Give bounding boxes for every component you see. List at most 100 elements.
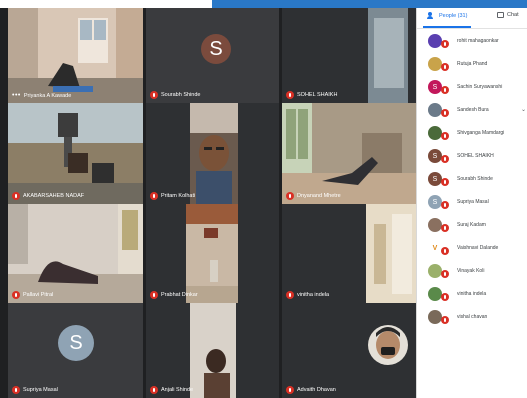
participant-row[interactable]: Sandesh Bura ⌄ <box>417 99 527 122</box>
video-feed <box>282 303 416 398</box>
participant-row[interactable]: Suraj Kadam <box>417 214 527 237</box>
mic-off-icon <box>12 192 20 200</box>
participant-name: Vinayak Koli <box>457 268 485 274</box>
participant-name: vinitha indela <box>297 292 330 298</box>
participant-row[interactable]: Shivganga Mamdargi <box>417 122 527 145</box>
tile-label: SOHEL SHAIKH <box>286 91 337 99</box>
video-feed <box>8 204 143 303</box>
participant-name: Vaishnavi Dalande <box>457 245 499 251</box>
tab-people[interactable]: People (31) <box>427 12 467 19</box>
video-feed <box>282 204 416 303</box>
avatar <box>428 287 442 301</box>
video-feed <box>282 8 416 103</box>
participant-name: vinitha indela <box>457 291 487 297</box>
participant-name: SOHEL SHAIKH <box>297 92 338 98</box>
avatar <box>428 126 442 140</box>
participant-row[interactable]: S Sourabh Shinde <box>417 168 527 191</box>
participant-row[interactable]: Rutuja Phand <box>417 53 527 76</box>
avatar: S <box>58 325 94 361</box>
participant-name: Sachin Suryawanshi <box>457 84 503 90</box>
mic-off-icon <box>150 386 158 394</box>
tile-label: Supriya Masal <box>12 386 58 394</box>
mic-off-icon <box>150 291 158 299</box>
tile-label: Pritam Kolhati <box>150 192 195 200</box>
top-strip <box>0 0 212 8</box>
video-tile-priyanka[interactable]: ••• Priyanka A Kawade <box>8 8 143 103</box>
avatar: S <box>428 80 442 94</box>
video-tile-sohel[interactable]: SOHEL SHAIKH <box>282 8 416 103</box>
participant-name: AKABARSAHEB NADAF <box>23 193 85 199</box>
participant-name: rohit mahagaonkar <box>457 38 499 44</box>
participant-row[interactable]: vinitha indela <box>417 283 527 306</box>
mic-off-icon <box>286 386 294 394</box>
participant-name: SOHEL SHAIKH <box>457 153 494 159</box>
video-tile-sourabh[interactable]: S Sourabh Shinde <box>146 8 279 103</box>
mic-off-icon <box>150 192 158 200</box>
video-tile-pritam[interactable]: Pritam Kolhati <box>146 103 279 204</box>
participant-name: Dnyanand Mhetre <box>297 193 341 199</box>
participant-name: Anjali Shinde <box>161 387 194 393</box>
participant-row[interactable]: S Sachin Suryawanshi <box>417 76 527 99</box>
avatar <box>428 264 442 278</box>
video-feed <box>8 8 143 103</box>
chat-icon <box>497 12 504 18</box>
avatar <box>428 103 442 117</box>
avatar <box>428 310 442 324</box>
mic-off-icon <box>441 224 449 232</box>
participant-row[interactable]: rohit mahagaonkar <box>417 30 527 53</box>
participant-row[interactable]: V Vaishnavi Dalande <box>417 237 527 260</box>
participant-name: vishal chavan <box>457 314 488 320</box>
more-options-icon[interactable]: ••• <box>12 92 21 99</box>
tab-chat[interactable]: Chat <box>497 12 519 18</box>
tile-label: Pallavi Pitral <box>12 291 53 299</box>
tile-label: Advaith Dhavan <box>286 386 336 394</box>
video-tile-advaith[interactable]: Advaith Dhavan <box>282 303 416 398</box>
participant-name: Sandesh Bura <box>457 107 489 113</box>
participant-name: Sourabh Shinde <box>457 176 493 182</box>
participant-row[interactable]: S SOHEL SHAIKH <box>417 145 527 168</box>
video-tile-vinitha[interactable]: vinitha indela <box>282 204 416 303</box>
avatar <box>428 218 442 232</box>
video-feed <box>146 103 279 204</box>
mic-off-icon <box>150 91 158 99</box>
video-feed <box>146 204 279 303</box>
mic-off-icon <box>441 201 449 209</box>
chevron-down-icon[interactable]: ⌄ <box>521 106 526 113</box>
tile-label: Dnyanand Mhetre <box>286 192 341 200</box>
mic-off-icon <box>286 91 294 99</box>
mic-off-icon <box>286 192 294 200</box>
mic-off-icon <box>12 291 20 299</box>
video-tile-prabhat[interactable]: Prabhat Dinkar <box>146 204 279 303</box>
video-feed <box>282 103 416 204</box>
video-tile-pallavi[interactable]: Pallavi Pitral <box>8 204 143 303</box>
participant-name: Rutuja Phand <box>457 61 488 67</box>
mic-off-icon <box>441 132 449 140</box>
avatar: S <box>428 172 442 186</box>
people-panel: People (31) Chat rohit mahagaonkar Rutuj… <box>416 8 527 398</box>
tile-label: Prabhat Dinkar <box>150 291 198 299</box>
tab-people-label: People (31) <box>439 12 468 19</box>
participant-name: Suraj Kadam <box>457 222 486 228</box>
participant-name: Pallavi Pitral <box>23 292 54 298</box>
participant-row[interactable]: vishal chavan <box>417 306 527 329</box>
participant-row[interactable]: S Supriya Masal <box>417 191 527 214</box>
video-feed <box>146 303 279 398</box>
video-tile-dnyanand[interactable]: Dnyanand Mhetre <box>282 103 416 204</box>
participant-name: Prabhat Dinkar <box>161 292 198 298</box>
video-tile-anjali[interactable]: Anjali Shinde <box>146 303 279 398</box>
mic-off-icon <box>441 247 449 255</box>
top-accent-bar <box>212 0 527 8</box>
avatar: S <box>201 34 231 64</box>
video-grid: ••• Priyanka A Kawade S Sourabh Shinde S… <box>8 8 416 398</box>
video-tile-akabarsaheb[interactable]: AKABARSAHEB NADAF <box>8 103 143 204</box>
participant-row[interactable]: Vinayak Koli <box>417 260 527 283</box>
participant-name: Supriya Masal <box>457 199 489 205</box>
video-feed <box>8 103 143 204</box>
participant-name: Supriya Masal <box>23 387 58 393</box>
participant-name: Advaith Dhavan <box>297 387 336 393</box>
avatar <box>428 57 442 71</box>
panel-tabs: People (31) Chat <box>417 8 527 29</box>
video-tile-supriya[interactable]: S Supriya Masal <box>8 303 143 398</box>
mic-off-icon <box>441 109 449 117</box>
participant-list: rohit mahagaonkar Rutuja Phand S Sachin … <box>417 30 527 329</box>
